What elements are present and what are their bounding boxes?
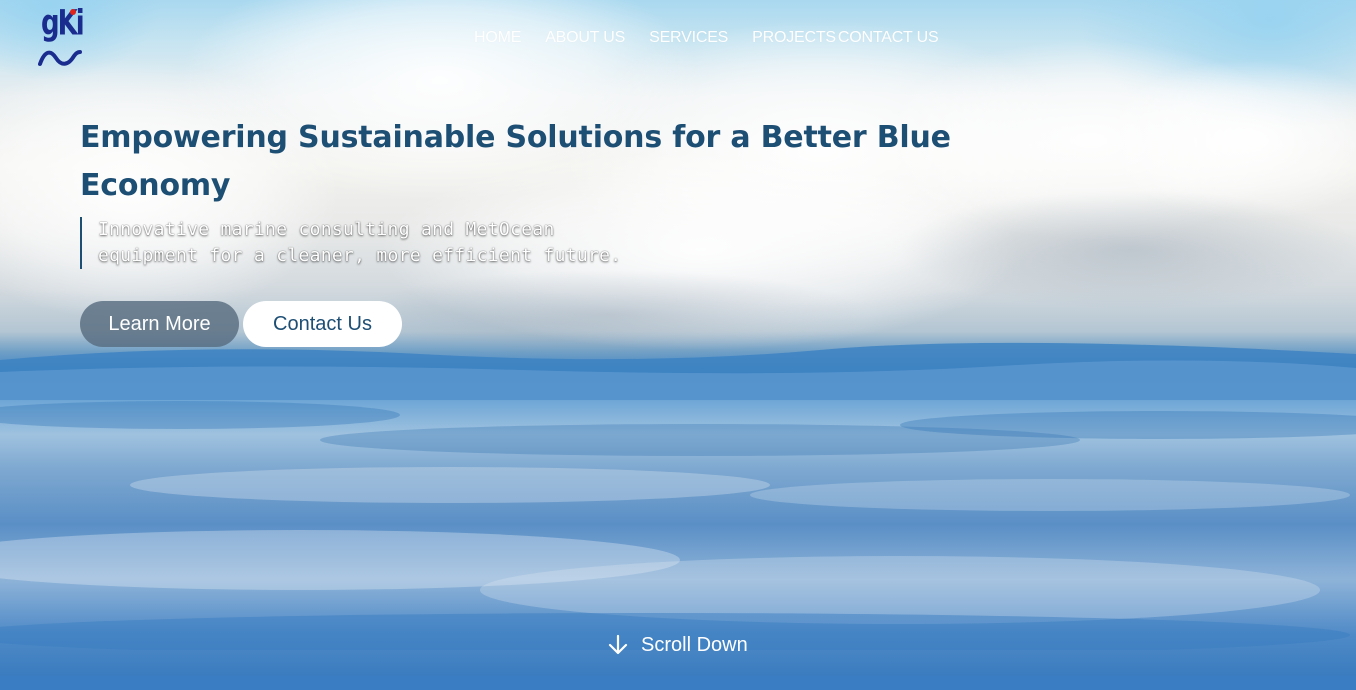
tagline-line-1: Innovative marine consulting and MetOcea…	[98, 219, 555, 240]
cloud	[1100, 60, 1356, 220]
brand-logo[interactable]: gKi	[38, 3, 85, 70]
nav-item-services[interactable]: SERVICES	[649, 28, 728, 48]
nav-item-contact-us[interactable]: CONTACT US	[838, 28, 939, 48]
hero-section: gKi HOME ABOUT US SERVICES PROJECTS CONT…	[0, 0, 1356, 690]
sky-patch	[1080, 0, 1356, 130]
logo-dot	[70, 9, 76, 15]
hero-headline: Empowering Sustainable Solutions for a B…	[80, 120, 951, 203]
logo-wordmark: gKi	[41, 3, 85, 44]
contact-us-button[interactable]: Contact Us	[243, 301, 402, 347]
hero-tagline: Innovative marine consulting and MetOcea…	[80, 217, 698, 269]
section-edge	[0, 676, 1356, 690]
learn-more-button[interactable]: Learn More	[80, 301, 239, 347]
arrow-down-icon	[608, 634, 628, 655]
tagline-line-2: equipment for a cleaner, more efficient …	[98, 245, 622, 266]
nav-item-projects[interactable]: PROJECTS	[752, 28, 836, 48]
sea-horizon	[0, 342, 1356, 400]
sea-reflection	[0, 530, 1350, 650]
nav-item-about-us[interactable]: ABOUT US	[545, 28, 625, 48]
scroll-down-link[interactable]: Scroll Down	[606, 632, 748, 658]
logo-wave-icon	[38, 50, 82, 66]
cloud-shadow	[900, 190, 1356, 310]
cloud-shadow	[350, 270, 870, 360]
nav-item-home[interactable]: HOME	[474, 28, 521, 48]
scroll-down-label: Scroll Down	[641, 634, 748, 656]
sea-ripples	[0, 401, 1356, 511]
main-nav: HOME ABOUT US SERVICES PROJECTS CONTACT …	[474, 28, 962, 48]
